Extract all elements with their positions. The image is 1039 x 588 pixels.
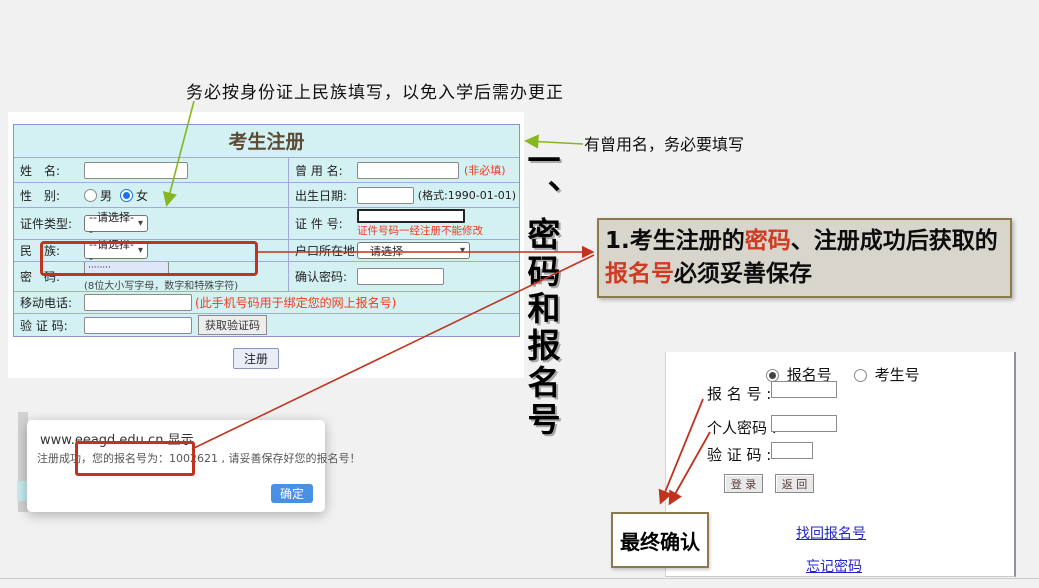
alert-ok-button[interactable]: 确定 <box>271 484 313 503</box>
tutorial-slide: 务必按身份证上民族填写，以免入学后需办更正 有曾用名，务必要填写 一、密码和报名… <box>0 0 1039 588</box>
callout-regno-highlight: 报名号 <box>605 261 674 287</box>
gender-male-label: 男 <box>100 187 112 204</box>
registration-form-title: 考生注册 <box>14 125 519 157</box>
callout-note: 1.考生注册的密码、注册成功后获取的报名号必须妥善保存 <box>597 218 1012 298</box>
regnumber-highlight-box <box>75 441 195 476</box>
login-password-input[interactable] <box>771 415 837 432</box>
gender-female-radio[interactable] <box>120 189 133 202</box>
password-highlight-box <box>40 241 258 276</box>
slide-bottom-divider <box>0 578 1039 579</box>
callout-text: 1.考生注册的 <box>605 228 745 254</box>
login-regno-input[interactable] <box>771 381 837 398</box>
mobile-label: 移动电话: <box>14 292 81 313</box>
birth-label: 出生日期: <box>288 183 354 207</box>
gender-female-label: 女 <box>136 187 148 204</box>
login-captcha-input[interactable] <box>771 442 813 459</box>
login-button[interactable]: 登 录 <box>724 474 763 493</box>
password-hint: (8位大小写字母，数字和特殊字符) <box>84 277 238 291</box>
birth-note: (格式:1990-01-01) <box>418 187 516 203</box>
login-panel: 报名号 考生号 报 名 号 : 个人密码 : 验 证 码 : 登 录 返 回 找… <box>665 352 1016 577</box>
name-input[interactable] <box>84 162 188 179</box>
gender-male-radio[interactable] <box>84 189 97 202</box>
login-regno-label: 报 名 号 : <box>707 383 771 404</box>
idtype-label: 证件类型: <box>14 208 81 239</box>
former-name-input[interactable] <box>357 162 459 179</box>
captcha-label: 验 证 码: <box>14 314 81 336</box>
former-name-label: 曾 用 名: <box>288 158 354 182</box>
residence-select[interactable]: --请选择-- ▾ <box>357 242 470 259</box>
section-title-vertical: 一、密码和报名号 <box>517 143 565 439</box>
row-name: 姓 名: 曾 用 名: (非必填) <box>14 157 519 182</box>
row-gender: 性 别: 男 女 出生日期: (格式:1990-01-01) <box>14 182 519 207</box>
former-name-note: (非必填) <box>464 162 506 178</box>
captcha-input[interactable] <box>84 317 192 334</box>
find-regno-link[interactable]: 找回报名号 <box>796 523 866 543</box>
final-confirm-box: 最终确认 <box>611 512 709 568</box>
idno-input[interactable] <box>357 209 465 223</box>
forgot-password-link[interactable]: 忘记密码 <box>806 556 862 576</box>
confirm-password-label: 确认密码: <box>288 262 354 291</box>
idno-note: 证件号码一经注册不能修改 <box>357 223 483 238</box>
chevron-down-icon: ▾ <box>460 245 465 256</box>
residence-label: 户口所在地: <box>288 240 354 261</box>
back-button[interactable]: 返 回 <box>775 474 814 493</box>
birth-input[interactable] <box>357 187 414 204</box>
idtype-select[interactable]: --请选择-- ▾ <box>84 215 148 232</box>
row-mobile: 移动电话: (此手机号码用于绑定您的网上报名号) <box>14 291 519 313</box>
gender-label: 性 别: <box>14 183 81 207</box>
login-captcha-label: 验 证 码 : <box>707 444 771 465</box>
mobile-input[interactable] <box>84 294 192 311</box>
mobile-note: (此手机号码用于绑定您的网上报名号) <box>195 294 396 311</box>
row-captcha: 验 证 码: 获取验证码 <box>14 313 519 336</box>
register-submit-button[interactable]: 注册 <box>233 348 279 369</box>
callout-password-highlight: 密码 <box>745 228 791 254</box>
former-name-annotation: 有曾用名，务必要填写 <box>584 131 744 155</box>
ethnicity-annotation: 务必按身份证上民族填写，以免入学后需办更正 <box>186 78 564 103</box>
confirm-password-input[interactable] <box>357 268 444 285</box>
login-password-label: 个人密码 : <box>707 417 777 438</box>
idno-label: 证 件 号: <box>288 208 354 239</box>
chevron-down-icon: ▾ <box>138 218 143 229</box>
examno-radio-option[interactable]: 考生号 <box>854 364 920 385</box>
registration-form-table: 考生注册 姓 名: 曾 用 名: (非必填) 性 别: 男 女 出生日期: <box>13 124 520 337</box>
examno-radio[interactable] <box>854 369 867 382</box>
name-label: 姓 名: <box>14 158 81 182</box>
row-idtype: 证件类型: --请选择-- ▾ 证 件 号: 证件号码一经注册不能修改 <box>14 207 519 239</box>
get-captcha-button[interactable]: 获取验证码 <box>198 315 267 335</box>
